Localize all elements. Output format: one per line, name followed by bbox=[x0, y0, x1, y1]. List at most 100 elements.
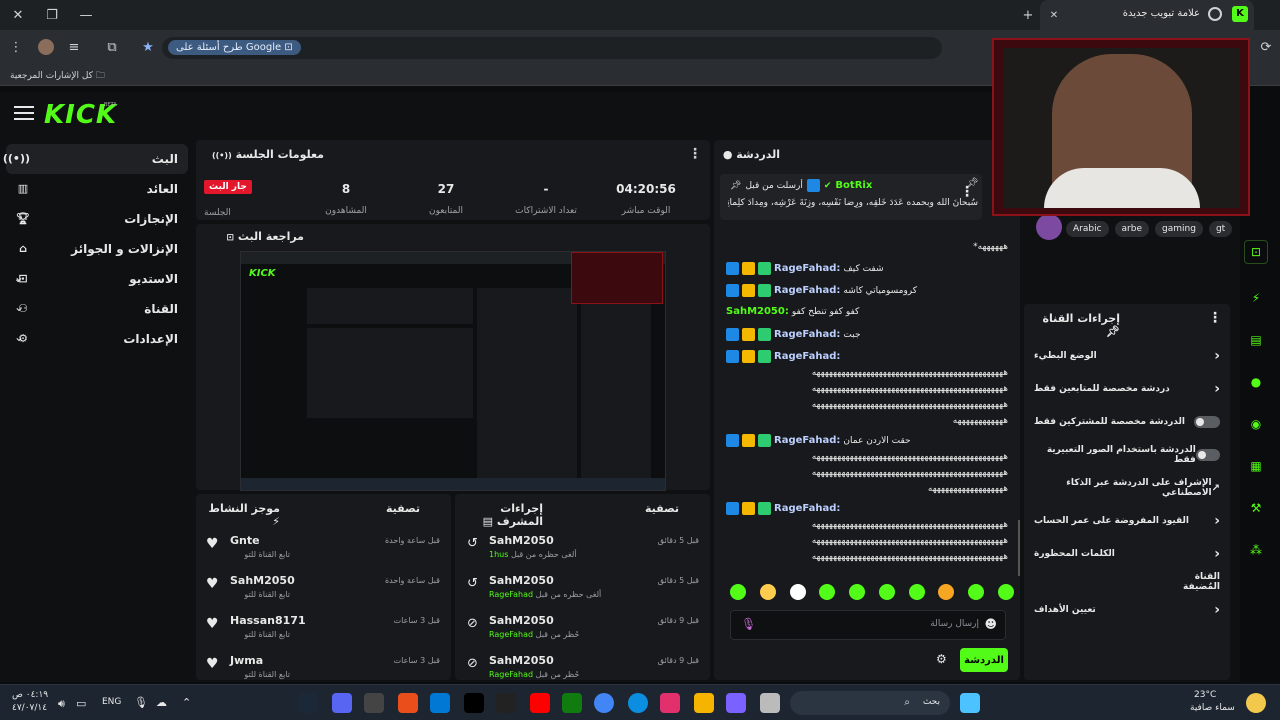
clock-time[interactable]: ٠٤:١٩ ص bbox=[12, 690, 48, 700]
more-options-icon[interactable]: ⋮ bbox=[960, 184, 974, 200]
sidebar-item-channel[interactable]: القناة ⚇ bbox=[6, 294, 188, 324]
weather-desc[interactable]: سماء صافية bbox=[1190, 703, 1235, 713]
minimize-window-icon[interactable]: — bbox=[74, 4, 98, 26]
chevron-up-icon[interactable]: ⌃ bbox=[182, 696, 191, 709]
slow-mode-row[interactable]: الوضع البطيء › bbox=[1024, 340, 1230, 372]
subscribers-only-toggle[interactable] bbox=[1194, 416, 1220, 428]
obs-icon[interactable] bbox=[364, 693, 384, 713]
broadcast-icon[interactable]: ◉ bbox=[1244, 412, 1268, 436]
lightning-icon[interactable]: ⚡︎ bbox=[1244, 286, 1268, 310]
activity-filter-button[interactable]: تصفية bbox=[386, 502, 420, 515]
onedrive-icon[interactable]: ☁ bbox=[156, 696, 167, 709]
volume-icon[interactable]: 🔊︎ bbox=[58, 697, 65, 711]
camera-icon[interactable]: ⊡ bbox=[1244, 240, 1268, 264]
copilot-icon[interactable] bbox=[726, 693, 746, 713]
sidebar-item-revenue[interactable]: العائد ▥ bbox=[6, 174, 188, 204]
network-icon[interactable]: ▭ bbox=[76, 697, 86, 710]
edge-icon[interactable] bbox=[628, 693, 648, 713]
hamburger-menu-icon[interactable] bbox=[14, 106, 34, 120]
layout-icon[interactable]: ▦ bbox=[1244, 454, 1268, 478]
more-options-icon[interactable]: ⋮ bbox=[688, 146, 702, 162]
sidebar-item-achievements[interactable]: الإنجازات 🏆︎ bbox=[6, 204, 188, 234]
chrome-icon[interactable] bbox=[594, 693, 614, 713]
chat-username[interactable]: RageFahad: bbox=[774, 435, 840, 446]
share-icon[interactable]: ⁂ bbox=[1244, 538, 1268, 562]
instagram-icon[interactable] bbox=[660, 693, 680, 713]
set-goals-row[interactable]: تعيين الأهداف › bbox=[1024, 594, 1230, 626]
taskbar-search[interactable]: بحث ⌕ bbox=[790, 691, 950, 715]
chat-username[interactable]: RageFahad: bbox=[774, 263, 840, 274]
emote-icon[interactable] bbox=[908, 584, 925, 600]
microphone-icon[interactable]: 🎙︎ bbox=[134, 696, 148, 709]
chevron-down-icon[interactable]: ⌄ bbox=[14, 270, 24, 284]
chevron-down-icon[interactable]: ⌄ bbox=[14, 300, 24, 314]
document-icon[interactable]: ▤ bbox=[1244, 328, 1268, 352]
emote-icon[interactable] bbox=[997, 584, 1014, 600]
app-icon[interactable] bbox=[464, 693, 484, 713]
chat-message-input[interactable]: 🎙︎ إرسال رسالة ☻ bbox=[730, 610, 1006, 640]
emote-icon[interactable] bbox=[730, 584, 746, 600]
active-tab[interactable]: ✕ علامة تبويب جديدة K bbox=[1040, 0, 1254, 30]
mod-filter-button[interactable]: تصفية bbox=[645, 502, 679, 515]
youtube-icon[interactable] bbox=[530, 693, 550, 713]
store-icon[interactable] bbox=[430, 693, 450, 713]
emote-icon[interactable] bbox=[878, 584, 895, 600]
emote-icon[interactable] bbox=[759, 584, 776, 600]
sidebar-item-settings[interactable]: الإعدادات ⚙ bbox=[6, 324, 188, 354]
chat-bubble-icon[interactable]: ● bbox=[1244, 370, 1268, 394]
profile-avatar[interactable] bbox=[38, 39, 54, 55]
followers-only-row[interactable]: دردشة مخصصة للمتابعين فقط › bbox=[1024, 373, 1230, 405]
wrench-icon[interactable]: ⚒ bbox=[1244, 496, 1268, 520]
tag-chip[interactable]: Arabic bbox=[1066, 221, 1109, 237]
folder-icon[interactable] bbox=[694, 693, 714, 713]
tag-chip[interactable]: arbe bbox=[1114, 221, 1150, 237]
menu-dots-icon[interactable]: ⋮ bbox=[4, 36, 28, 58]
bookmark-star-icon[interactable]: ★ bbox=[136, 36, 160, 58]
app-icon[interactable] bbox=[760, 693, 780, 713]
ai-moderation-row[interactable]: الإشراف على الدردشة عبر الذكاء الاصطناعي… bbox=[1024, 472, 1230, 504]
close-window-icon[interactable]: ✕ bbox=[6, 4, 30, 26]
app-icon[interactable] bbox=[496, 693, 516, 713]
chat-settings-gear-icon[interactable]: ⚙ bbox=[936, 652, 947, 666]
chat-username[interactable]: RageFahad: bbox=[774, 351, 840, 362]
discord-icon[interactable] bbox=[332, 693, 352, 713]
stream-preview-video[interactable]: KICK bbox=[240, 251, 666, 491]
steam-icon[interactable] bbox=[298, 693, 318, 713]
xbox-icon[interactable] bbox=[562, 693, 582, 713]
clock-date[interactable]: ٤٧/٠٧/١٤ bbox=[12, 703, 47, 713]
tag-chip[interactable]: gaming bbox=[1155, 221, 1203, 237]
emote-icon[interactable] bbox=[819, 584, 836, 600]
chat-username[interactable]: SahM2050: bbox=[726, 306, 789, 317]
chat-send-button[interactable]: الدردشة bbox=[960, 648, 1008, 672]
close-tab-icon[interactable]: ✕ bbox=[1042, 4, 1066, 26]
account-age-row[interactable]: القيود المفروضة على عمر الحساب › bbox=[1024, 505, 1230, 537]
chat-username[interactable]: RageFahad: bbox=[774, 503, 840, 514]
sidebar-item-broadcast[interactable]: البث ((•)) bbox=[3, 144, 188, 174]
media-icon[interactable]: ≡ bbox=[62, 36, 86, 58]
chat-scrollbar[interactable] bbox=[1018, 520, 1020, 576]
chat-username[interactable]: RageFahad: bbox=[774, 285, 840, 296]
app-icon[interactable] bbox=[398, 693, 418, 713]
chevron-down-icon[interactable]: ⌄ bbox=[14, 330, 24, 344]
emote-icon[interactable] bbox=[938, 584, 955, 600]
emote-icon[interactable] bbox=[789, 584, 806, 600]
weather-temp[interactable]: 23°C bbox=[1194, 690, 1216, 700]
ask-google-chip[interactable]: طرح أسئلة على Google ⊡ bbox=[168, 40, 301, 55]
restore-window-icon[interactable]: ❐ bbox=[40, 4, 64, 26]
chat-username[interactable]: RageFahad: bbox=[774, 329, 840, 340]
all-bookmarks-link[interactable]: كل الإشارات المرجعية 🗀 bbox=[10, 68, 105, 84]
address-bar[interactable]: طرح أسئلة على Google ⊡ bbox=[162, 37, 942, 59]
emote-icon[interactable] bbox=[968, 584, 985, 600]
tag-chip[interactable]: gt bbox=[1208, 221, 1233, 237]
sidebar-item-studio[interactable]: الاستديو ⊡ ⌄ bbox=[6, 264, 188, 294]
reload-icon[interactable]: ⟳ bbox=[1254, 36, 1278, 58]
emote-only-toggle[interactable] bbox=[1195, 449, 1220, 461]
new-tab-icon[interactable]: + bbox=[1016, 4, 1040, 26]
more-options-icon[interactable]: ⋮ bbox=[1208, 310, 1222, 326]
language-indicator[interactable]: ENG bbox=[102, 697, 121, 707]
windows-start-icon[interactable] bbox=[960, 693, 980, 713]
emote-icon[interactable] bbox=[849, 584, 866, 600]
emoji-picker-icon[interactable]: ☻ bbox=[984, 617, 997, 631]
sidebar-item-drops[interactable]: الإنزالات و الجوائز ⌂ bbox=[6, 234, 188, 264]
microphone-icon[interactable]: 🎙︎ bbox=[741, 617, 756, 631]
